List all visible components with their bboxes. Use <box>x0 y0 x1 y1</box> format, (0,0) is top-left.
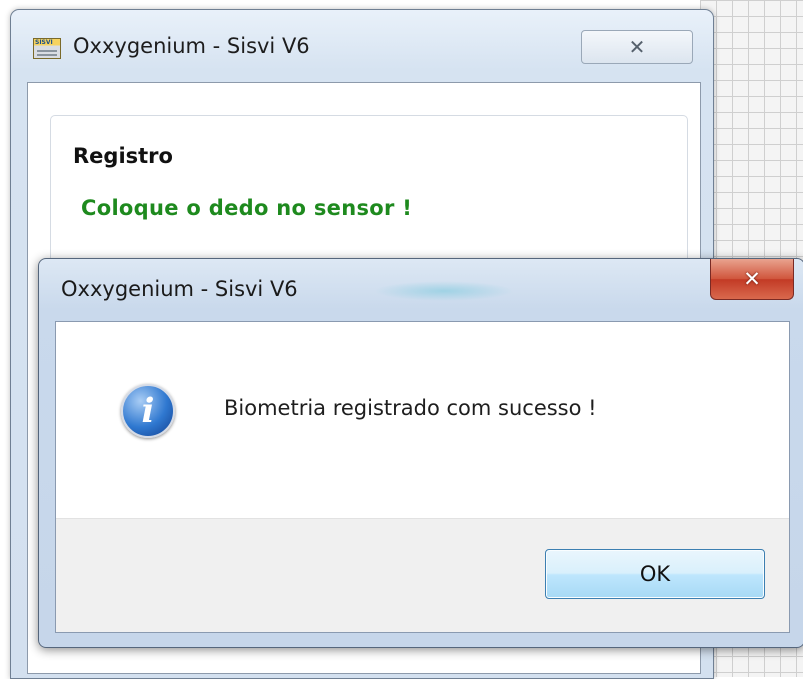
dialog-message: Biometria registrado com sucesso ! <box>224 396 597 420</box>
dialog-body: i Biometria registrado com sucesso ! OK <box>55 321 790 633</box>
app-icon: SISVI <box>33 38 61 59</box>
message-box-dialog: Oxxygenium - Sisvi V6 ✕ i Biometria regi… <box>38 258 803 648</box>
ok-button[interactable]: OK <box>545 549 765 599</box>
main-window-title: Oxxygenium - Sisvi V6 <box>73 34 310 58</box>
dialog-button-bar: OK <box>56 518 789 632</box>
registro-title: Registro <box>73 144 173 168</box>
app-icon-label: SISVI <box>35 39 53 46</box>
dialog-content: i Biometria registrado com sucesso ! <box>56 322 789 518</box>
main-window-close-button[interactable]: ✕ <box>581 30 693 64</box>
ok-button-label: OK <box>639 562 671 586</box>
blurred-title-region <box>374 281 514 301</box>
close-icon: ✕ <box>743 267 761 291</box>
app-icon-bar <box>37 50 57 52</box>
sensor-instruction-text: Coloque o dedo no sensor ! <box>81 196 413 220</box>
dialog-title: Oxxygenium - Sisvi V6 <box>61 277 298 301</box>
dialog-close-button[interactable]: ✕ <box>710 259 794 300</box>
information-icon: i <box>121 384 175 438</box>
app-icon-bar <box>37 54 57 56</box>
main-window-titlebar[interactable]: SISVI Oxxygenium - Sisvi V6 ✕ <box>11 10 713 76</box>
information-icon-glyph: i <box>141 391 155 431</box>
close-icon: ✕ <box>628 35 646 59</box>
